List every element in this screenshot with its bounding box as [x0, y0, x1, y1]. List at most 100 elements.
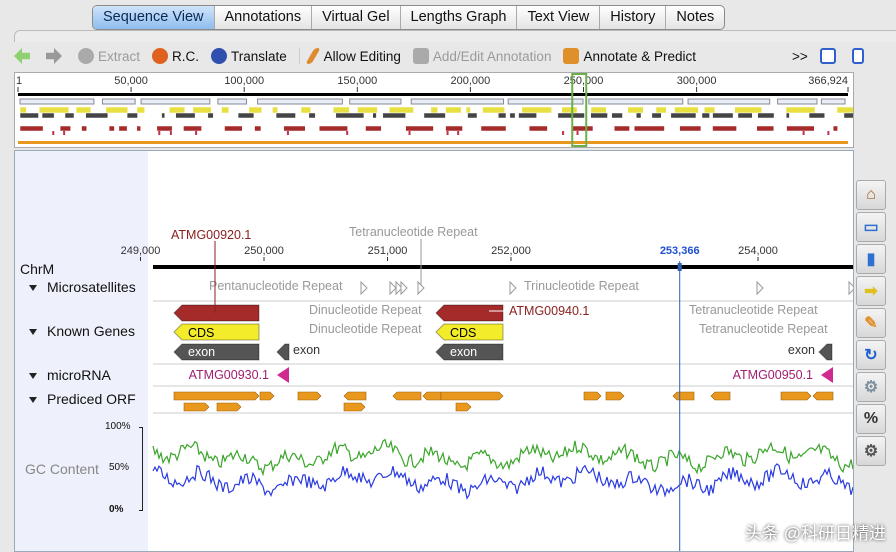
monitor-button[interactable]: ▭ [856, 212, 886, 242]
refresh-icon: ↻ [864, 347, 878, 364]
orf-feature [780, 391, 812, 401]
mail-button[interactable] [819, 48, 840, 64]
overview-feature [388, 106, 414, 114]
watermark: 头条 @科研日精进 [745, 524, 886, 543]
overview-microsatellite [101, 98, 136, 105]
tab-annotations[interactable]: Annotations [215, 6, 313, 29]
orf-feature [392, 391, 422, 401]
overview-feature [75, 106, 92, 114]
annotate-predict-button[interactable]: Annotate & Predict [563, 48, 696, 64]
overview-feature [118, 125, 128, 132]
overview-tick-label: 366,924 [808, 75, 848, 87]
overview-feature [651, 112, 662, 119]
refresh-button[interactable]: ↻ [856, 340, 886, 370]
overview-microrna [52, 131, 55, 135]
overview-feature [308, 112, 316, 119]
exon-label: exon [188, 345, 215, 359]
overview-feature [627, 106, 644, 114]
overview-feature [275, 112, 296, 119]
tab-virtual-gel[interactable]: Virtual Gel [312, 6, 401, 29]
forward-button[interactable] [46, 48, 66, 64]
overview-feature [679, 125, 702, 132]
orf-feature [183, 402, 210, 412]
overview-microrna [408, 131, 411, 135]
bar-chart-button[interactable]: ▮ [856, 244, 886, 274]
split-view-button[interactable] [851, 48, 868, 64]
overview-feature [613, 125, 630, 132]
translate-button[interactable]: Translate [211, 48, 287, 64]
overview-microsatellite [140, 98, 211, 105]
overview-feature [498, 112, 507, 119]
tab-sequence-view[interactable]: Sequence View [93, 6, 215, 29]
overview-feature [611, 112, 623, 119]
orf-feature [173, 391, 260, 401]
allow-editing-label: Allow Editing [323, 48, 401, 64]
gear-button[interactable]: ⚙ [856, 372, 886, 402]
percent-icon: % [863, 410, 879, 427]
overview-feature [85, 112, 109, 119]
tab-notes[interactable]: Notes [666, 6, 724, 29]
overview-microsatellite [687, 98, 771, 105]
percent-button[interactable]: % [856, 404, 886, 434]
ruler-tick-label: 250,000 [244, 245, 284, 257]
overview-feature [701, 112, 710, 119]
overview-feature [785, 106, 816, 114]
exon-label: exon [450, 345, 477, 359]
rc-label: R.C. [172, 48, 200, 64]
overview-feature [221, 106, 230, 114]
gene-label: ATMG00940.1 [509, 304, 589, 318]
overview-feature [248, 106, 262, 114]
overview-feature [19, 106, 27, 114]
overview-feature [19, 112, 39, 119]
more-button[interactable]: >> [792, 49, 808, 64]
overview-feature [372, 112, 377, 119]
overview-feature [836, 106, 853, 114]
arrow-right-button[interactable]: ➡ [856, 276, 886, 306]
overview-feature [704, 106, 716, 114]
overview-feature [169, 106, 186, 114]
orf-feature [455, 402, 472, 412]
overview-feature [423, 112, 446, 119]
cursor-marker [677, 263, 682, 271]
overview-feature [254, 125, 262, 132]
allow-editing-button[interactable]: Allow Editing [298, 48, 401, 64]
bar-chart-icon: ▮ [866, 251, 876, 268]
overview-feature [843, 112, 853, 119]
overview-feature [136, 106, 145, 114]
tab-text-view[interactable]: Text View [517, 6, 601, 29]
microsatellite-label: Tetranucleotide Repeat [689, 303, 818, 317]
sequence-overview[interactable]: 1 50,000 100,000 150,000 200,000 250,000 300,0… [14, 72, 854, 148]
back-button[interactable] [14, 48, 34, 64]
overview-feature [105, 106, 128, 114]
overview-feature [224, 125, 243, 132]
overview-microsatellite [410, 98, 505, 105]
orf-feature [343, 402, 366, 412]
overview-feature [561, 106, 578, 114]
reverse-complement-icon [152, 48, 169, 64]
sequence-viewer[interactable]: ChrM Microsatellites Known Genes microRN… [14, 150, 854, 552]
gene-label: ATMG00920.1 [171, 228, 251, 242]
add-edit-annotation-button[interactable]: Add/Edit Annotation [412, 48, 551, 64]
overview-feature [480, 125, 507, 132]
sequence-bar [153, 265, 853, 269]
settings-button[interactable]: ⚙ [856, 436, 886, 466]
annotate-predict-label: Annotate & Predict [583, 48, 697, 64]
microsatellite-label: Tetranucleotide Repeat [699, 322, 828, 336]
translate-icon [211, 48, 228, 64]
overview-feature [161, 112, 166, 119]
home-button[interactable]: ⌂ [856, 180, 886, 210]
annotate-button[interactable]: ✎ [856, 308, 886, 338]
overview-microrna [195, 131, 198, 135]
orf-feature [710, 391, 731, 401]
overview-feature [365, 125, 382, 132]
microrna-label: ATMG00950.1 [733, 368, 813, 382]
tab-history[interactable]: History [600, 6, 667, 29]
tab-lengths-graph[interactable]: Lengths Graph [401, 6, 518, 29]
overview-feature [467, 112, 478, 119]
overview-tick-label: 200,000 [451, 75, 491, 87]
overview-canvas: 1 50,000 100,000 150,000 200,000 250,000 300,0… [16, 73, 853, 147]
overview-feature [712, 125, 737, 132]
rc-button[interactable]: R.C. [152, 48, 199, 64]
overview-feature [237, 112, 255, 119]
extract-button[interactable]: Extract [78, 48, 140, 64]
